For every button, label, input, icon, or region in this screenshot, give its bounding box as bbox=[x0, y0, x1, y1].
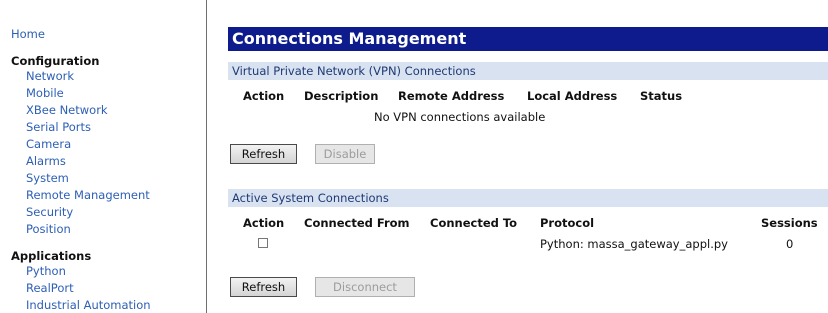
sidebar-item-position[interactable]: Position bbox=[26, 222, 71, 236]
vpn-col-remote-address: Remote Address bbox=[398, 89, 505, 103]
sidebar-item-home[interactable]: Home bbox=[11, 27, 45, 41]
active-connections-section-title: Active System Connections bbox=[228, 189, 828, 207]
sidebar-heading-configuration: Configuration bbox=[11, 54, 100, 68]
disconnect-button[interactable]: Disconnect bbox=[315, 277, 415, 297]
sidebar-item-realport[interactable]: RealPort bbox=[26, 281, 74, 295]
sidebar-item-alarms[interactable]: Alarms bbox=[26, 154, 66, 168]
vpn-refresh-button[interactable]: Refresh bbox=[230, 144, 297, 164]
active-col-action: Action bbox=[243, 216, 285, 230]
sessions-cell: 0 bbox=[786, 237, 794, 251]
vpn-col-local-address: Local Address bbox=[527, 89, 618, 103]
sidebar-item-network[interactable]: Network bbox=[26, 69, 74, 83]
vpn-disable-button[interactable]: Disable bbox=[315, 144, 375, 164]
page-title: Connections Management bbox=[228, 27, 828, 51]
active-refresh-button[interactable]: Refresh bbox=[230, 277, 297, 297]
vpn-col-description: Description bbox=[304, 89, 379, 103]
page: Home Configuration Network Mobile XBee N… bbox=[0, 0, 828, 313]
sidebar-item-mobile[interactable]: Mobile bbox=[26, 86, 64, 100]
protocol-cell: Python: massa_gateway_appl.py bbox=[540, 237, 728, 251]
active-col-connected-from: Connected From bbox=[304, 216, 410, 230]
sidebar-nav: Home Configuration Network Mobile XBee N… bbox=[0, 0, 207, 313]
active-col-connected-to: Connected To bbox=[430, 216, 518, 230]
sidebar-item-remote-management[interactable]: Remote Management bbox=[26, 188, 150, 202]
vpn-col-status: Status bbox=[640, 89, 683, 103]
sidebar-item-system[interactable]: System bbox=[26, 171, 69, 185]
vpn-empty-message: No VPN connections available bbox=[374, 110, 546, 124]
vpn-section-title: Virtual Private Network (VPN) Connection… bbox=[228, 62, 828, 80]
connection-select-checkbox[interactable] bbox=[258, 238, 268, 248]
sidebar-item-xbee-network[interactable]: XBee Network bbox=[26, 103, 108, 117]
sidebar-item-security[interactable]: Security bbox=[26, 205, 73, 219]
sidebar-item-serial-ports[interactable]: Serial Ports bbox=[26, 120, 91, 134]
active-col-protocol: Protocol bbox=[540, 216, 595, 230]
active-col-sessions: Sessions bbox=[761, 216, 818, 230]
vpn-col-action: Action bbox=[243, 89, 285, 103]
sidebar-item-camera[interactable]: Camera bbox=[26, 137, 71, 151]
sidebar-item-industrial-automation[interactable]: Industrial Automation bbox=[26, 298, 151, 312]
sidebar-heading-applications: Applications bbox=[11, 249, 92, 263]
sidebar-item-python[interactable]: Python bbox=[26, 264, 66, 278]
